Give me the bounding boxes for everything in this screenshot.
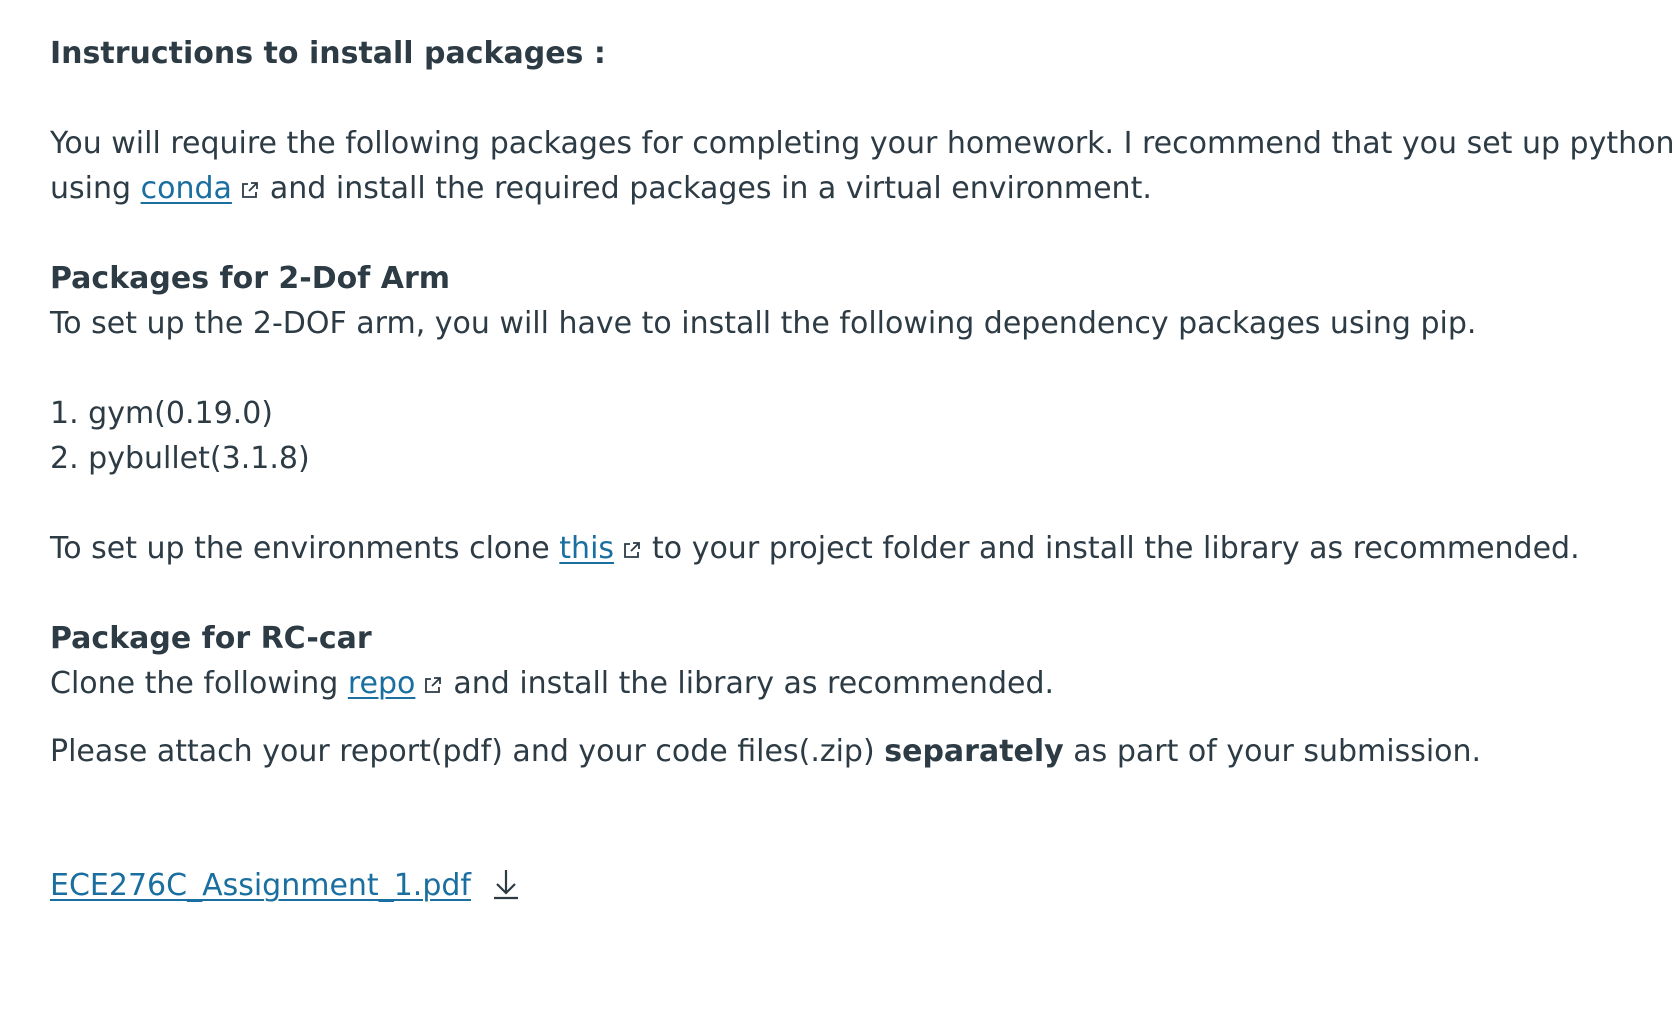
submission-line: Please attach your report(pdf) and your … <box>50 728 1481 776</box>
download-icon[interactable] <box>491 867 521 901</box>
conda-link[interactable]: conda <box>141 171 232 206</box>
intro-line-2: using conda and install the required pack… <box>50 165 1152 213</box>
package-item-gym: 1. gym(0.19.0) <box>50 396 274 431</box>
env-text-before: To set up the environments clone <box>50 531 550 566</box>
rccar-line: Clone the following repo and install the … <box>50 660 1054 708</box>
intro-line-1: You will require the following packages … <box>50 126 1674 161</box>
attachment-line: ECE276C_Assignment_1.pdf <box>50 862 521 910</box>
install-heading: Instructions to install packages : <box>50 36 606 71</box>
submission-bold: separately <box>884 734 1064 769</box>
rccar-text-before: Clone the following <box>50 666 339 701</box>
env-line: To set up the environments clone this to … <box>50 525 1580 573</box>
arm-heading: Packages for 2-Dof Arm <box>50 261 451 296</box>
arm-text: To set up the 2-DOF arm, you will have t… <box>50 306 1477 341</box>
external-link-icon[interactable] <box>622 540 642 560</box>
package-item-pybullet: 2. pybullet(3.1.8) <box>50 441 310 476</box>
this-link[interactable]: this <box>559 531 614 566</box>
intro-text-using: using <box>50 171 132 206</box>
submission-text-after: as part of your submission. <box>1073 734 1482 769</box>
assignment-page: Instructions to install packages : You w… <box>0 0 1674 1036</box>
rccar-text-after: and install the library as recommended. <box>453 666 1055 701</box>
submission-text-before: Please attach your report(pdf) and your … <box>50 734 875 769</box>
attachment-link[interactable]: ECE276C_Assignment_1.pdf <box>50 868 471 903</box>
external-link-icon[interactable] <box>423 675 443 695</box>
env-text-after: to your project folder and install the l… <box>652 531 1580 566</box>
rccar-heading: Package for RC-car <box>50 621 372 656</box>
external-link-icon[interactable] <box>240 180 260 200</box>
intro-text-after: and install the required packages in a v… <box>269 171 1152 206</box>
repo-link[interactable]: repo <box>348 666 416 701</box>
